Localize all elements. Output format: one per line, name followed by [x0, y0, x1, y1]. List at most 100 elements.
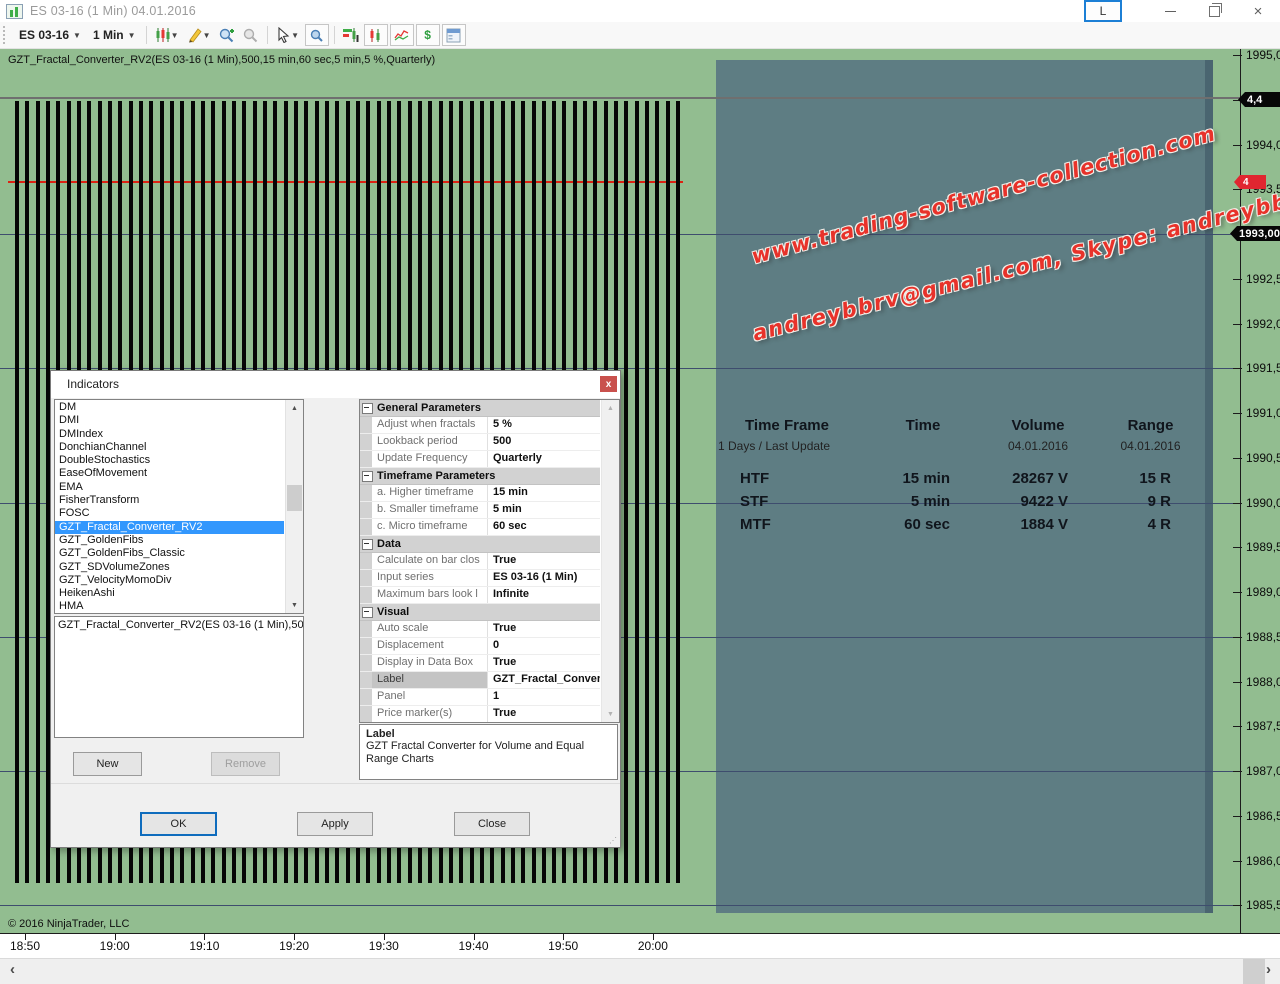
scroll-up-icon[interactable]: ▲	[602, 400, 619, 416]
property-row[interactable]: Calculate on bar closTrue	[360, 553, 600, 570]
indicator-list-item[interactable]: DonchianChannel	[55, 441, 284, 454]
property-row[interactable]: Auto scaleTrue	[360, 621, 600, 638]
property-row[interactable]: Lookback period500	[360, 434, 600, 451]
indicator-list-item[interactable]: GZT_GoldenFibs_Classic	[55, 547, 284, 560]
cursor-tool-button[interactable]: ▼	[273, 25, 303, 45]
scroll-right-icon[interactable]: ›	[1266, 961, 1271, 978]
property-category-row[interactable]: Data	[360, 536, 600, 553]
property-row[interactable]: Displacement0	[360, 638, 600, 655]
property-value[interactable]: 500	[488, 434, 600, 450]
property-value[interactable]: True	[488, 706, 600, 722]
collapse-icon[interactable]	[362, 471, 373, 482]
time-tick-label: 19:40	[458, 939, 488, 953]
property-category-row[interactable]: General Parameters	[360, 400, 600, 417]
property-value[interactable]: 5 %	[488, 417, 600, 433]
property-row[interactable]: LabelGZT_Fractal_Conver	[360, 672, 600, 689]
indicator-list-item[interactable]: DoubleStochastics	[55, 454, 284, 467]
list-scrollbar[interactable]: ▲ ▼	[285, 400, 303, 613]
scroll-left-icon[interactable]: ‹	[10, 961, 15, 978]
zoom-in-button[interactable]	[216, 25, 238, 45]
indicator-list-item[interactable]: DMI	[55, 414, 284, 427]
property-row[interactable]: b. Smaller timeframe5 min	[360, 502, 600, 519]
property-value[interactable]: GZT_Fractal_Conver	[488, 672, 600, 688]
horizontal-scrollbar[interactable]: ‹ ›	[0, 958, 1280, 984]
scroll-down-icon[interactable]: ▼	[602, 706, 619, 722]
table-spacer	[716, 457, 1213, 467]
scroll-down-icon[interactable]: ▼	[286, 597, 303, 613]
account-performance-button[interactable]: $	[416, 24, 440, 46]
toolbar-grip-handle[interactable]	[3, 26, 8, 44]
resize-grip[interactable]: ⋰	[609, 837, 617, 845]
dialog-close-button[interactable]: x	[600, 376, 617, 392]
list-scrollbar-thumb[interactable]	[287, 485, 302, 511]
bars-panel-button[interactable]	[364, 24, 388, 46]
h-scrollbar-thumb[interactable]	[1243, 959, 1265, 984]
time-tick-label: 18:50	[10, 939, 40, 953]
indicator-list-item[interactable]: FOSC	[55, 507, 284, 520]
chart-trader-button[interactable]	[340, 25, 362, 45]
indicator-list-item[interactable]: FisherTransform	[55, 494, 284, 507]
collapse-icon[interactable]	[362, 607, 373, 618]
indicator-list-item[interactable]: HMA	[55, 600, 284, 613]
indicator-list-item[interactable]: HeikenAshi	[55, 587, 284, 600]
indicator-list-item[interactable]: GZT_GoldenFibs	[55, 534, 284, 547]
property-value[interactable]: True	[488, 553, 600, 569]
property-category-row[interactable]: Visual	[360, 604, 600, 621]
property-value[interactable]: True	[488, 621, 600, 637]
drawing-tools-button[interactable]: ▼	[184, 25, 214, 45]
ok-button[interactable]: OK	[140, 812, 217, 836]
property-row[interactable]: Display in Data BoxTrue	[360, 655, 600, 672]
indicator-list-item[interactable]: EMA	[55, 481, 284, 494]
property-grid[interactable]: General ParametersAdjust when fractals5 …	[359, 399, 620, 723]
indicator-list-item[interactable]: DM	[55, 401, 284, 414]
property-value[interactable]: ES 03-16 (1 Min)	[488, 570, 600, 586]
property-row[interactable]: Panel1	[360, 689, 600, 706]
property-value[interactable]: True	[488, 655, 600, 671]
price-tick	[1233, 547, 1242, 548]
line-chart-button[interactable]	[390, 24, 414, 46]
maximize-button[interactable]	[1192, 0, 1236, 22]
property-value[interactable]: 1	[488, 689, 600, 705]
instrument-selector[interactable]: ES 03-16▼	[13, 26, 87, 44]
collapse-icon[interactable]	[362, 539, 373, 550]
scroll-up-icon[interactable]: ▲	[286, 400, 303, 416]
property-row[interactable]: Update FrequencyQuarterly	[360, 451, 600, 468]
property-row[interactable]: c. Micro timeframe60 sec	[360, 519, 600, 536]
property-value[interactable]: 0	[488, 638, 600, 654]
property-row[interactable]: Adjust when fractals5 %	[360, 417, 600, 434]
new-button[interactable]: New	[73, 752, 142, 776]
link-button[interactable]: L	[1084, 0, 1122, 22]
close-button[interactable]: ×	[1236, 0, 1280, 22]
price-marker-last: 1993,00	[1230, 226, 1280, 241]
chart-style-button[interactable]: ▼	[152, 25, 182, 45]
property-category-row[interactable]: Timeframe Parameters	[360, 468, 600, 485]
data-box-button[interactable]	[305, 24, 329, 46]
available-indicators-list[interactable]: DMDMIDMIndexDonchianChannelDoubleStochas…	[54, 399, 304, 614]
minimize-button[interactable]	[1148, 0, 1192, 22]
apply-button[interactable]: Apply	[297, 812, 373, 836]
property-value[interactable]: Infinite	[488, 587, 600, 603]
indicator-list-item[interactable]: DMIndex	[55, 428, 284, 441]
indicator-list-item[interactable]: GZT_Fractal_Converter_RV2	[55, 521, 284, 534]
collapse-icon[interactable]	[362, 403, 373, 414]
property-value[interactable]: 15 min	[488, 485, 600, 501]
indicator-list-item[interactable]: GZT_SDVolumeZones	[55, 561, 284, 574]
property-value[interactable]: Quarterly	[488, 451, 600, 467]
property-row[interactable]: a. Higher timeframe15 min	[360, 485, 600, 502]
configured-indicators-list[interactable]: GZT_Fractal_Converter_RV2(ES 03-16 (1 Mi…	[54, 616, 304, 738]
dialog-title-bar[interactable]: Indicators x	[51, 371, 620, 398]
interval-selector[interactable]: 1 Min▼	[87, 26, 142, 44]
properties-button[interactable]	[442, 24, 466, 46]
configured-indicator-item[interactable]: GZT_Fractal_Converter_RV2(ES 03-16 (1 Mi…	[55, 617, 303, 631]
description-title: Label	[366, 728, 611, 740]
zoom-out-button[interactable]	[240, 25, 262, 45]
indicator-list-item[interactable]: GZT_VelocityMomoDiv	[55, 574, 284, 587]
close-button[interactable]: Close	[454, 812, 530, 836]
property-row[interactable]: Price marker(s)True	[360, 706, 600, 723]
property-value[interactable]: 60 sec	[488, 519, 600, 535]
property-row[interactable]: Maximum bars look lInfinite	[360, 587, 600, 604]
property-grid-scrollbar[interactable]: ▲ ▼	[601, 400, 619, 722]
indicator-list-item[interactable]: EaseOfMovement	[55, 467, 284, 480]
property-value[interactable]: 5 min	[488, 502, 600, 518]
property-row[interactable]: Input seriesES 03-16 (1 Min)	[360, 570, 600, 587]
